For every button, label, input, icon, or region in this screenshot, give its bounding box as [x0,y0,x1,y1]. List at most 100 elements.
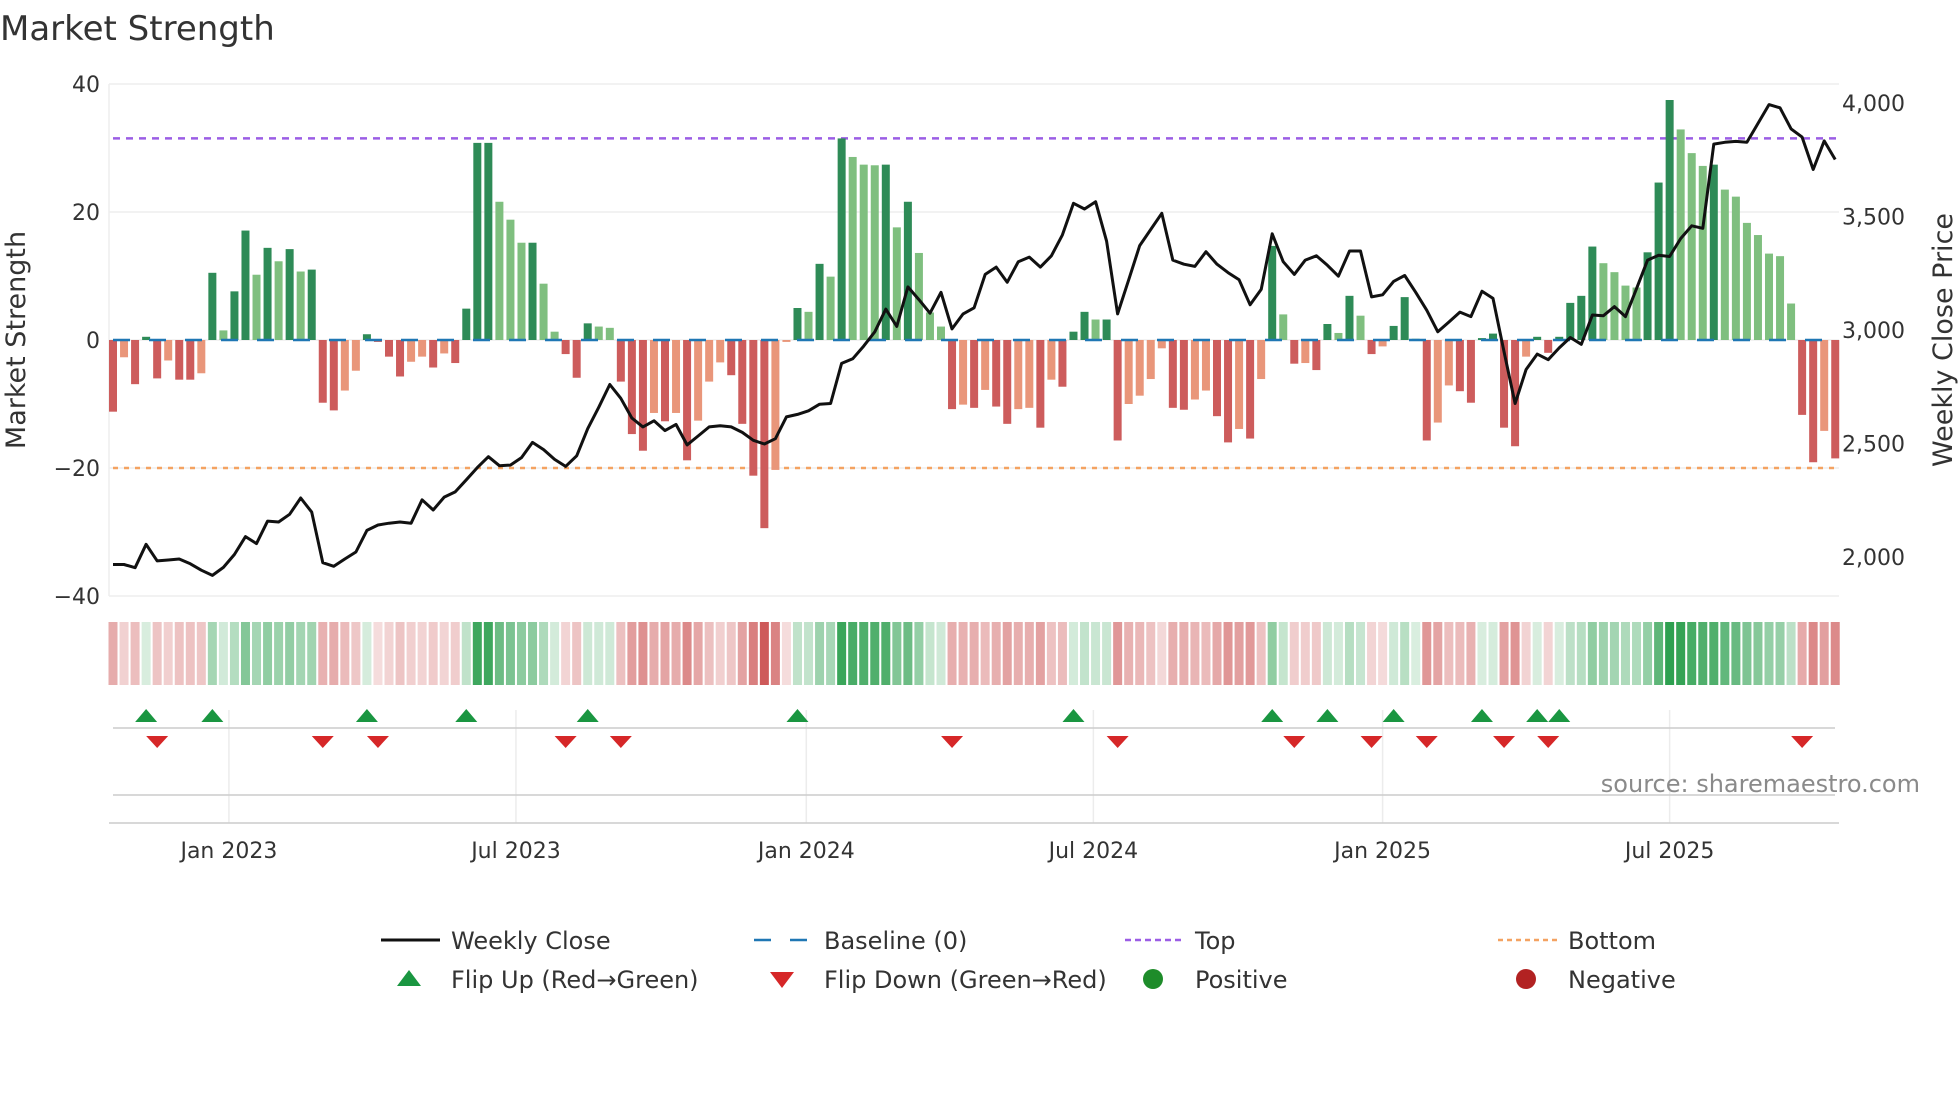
strength-bar [109,340,117,412]
strip-cell [1168,622,1178,685]
strength-bar [981,340,990,390]
strength-bar [1279,314,1288,340]
strength-bar [1213,340,1221,417]
strip-cell [1024,622,1034,685]
strength-bar [153,340,162,379]
strength-bar [815,263,824,340]
strength-bar [329,340,338,411]
strength-bar [1290,340,1299,364]
strength-bar [848,156,857,340]
strip-cell [516,622,526,685]
y-tick-label: 40 [72,73,100,98]
strip-cell [1709,622,1719,685]
strip-cell [252,622,262,685]
strip-cell [1046,622,1056,685]
strength-bar [318,340,327,403]
strength-bar [1809,340,1818,463]
strength-heat-strip [108,622,1840,685]
strip-cell [1234,622,1244,685]
strength-bar [705,340,714,382]
strip-cell [616,622,626,685]
flip-down-marker [1791,736,1814,748]
strip-cell [1333,622,1343,685]
strip-cell [1344,622,1354,685]
strip-cell [285,622,295,685]
strength-bar [1345,295,1354,340]
strip-cell [726,622,736,685]
strip-cell [439,622,449,685]
strip-cell [1201,622,1211,685]
strip-cell [494,622,504,685]
strength-bar [1124,340,1133,404]
strength-bar [837,138,846,340]
strength-bar [252,274,261,340]
strength-bar [1433,340,1442,423]
strip-cell [715,622,725,685]
flip-up-marker [1548,709,1571,722]
strip-cell [329,622,339,685]
flip-up-marker [786,709,809,722]
strip-cell [792,622,802,685]
strip-cell [1477,622,1487,685]
flip-up-marker [1316,709,1339,722]
strength-bar [296,271,305,340]
strip-cell [1665,622,1675,685]
strength-bar [462,308,471,340]
strip-cell [1013,622,1023,685]
strip-cell [1278,622,1288,685]
strip-cell [1543,622,1553,685]
strength-bar [186,340,195,380]
strip-cell [1654,622,1664,685]
strength-bar [826,276,835,340]
strip-cell [1002,622,1012,685]
flip-up-marker [1261,709,1284,722]
strength-bar [749,340,758,476]
y2-tick-label: 2,500 [1842,433,1905,458]
strip-cell [660,622,670,685]
strip-cell [240,622,250,685]
strip-cell [583,622,593,685]
x-tick-label: Jul 2023 [469,839,561,864]
strength-bar [1444,340,1453,386]
strip-cell [1775,622,1785,685]
strength-bar [440,340,449,354]
strip-cell [958,622,968,685]
strip-cell [1433,622,1443,685]
strength-bar [473,142,482,340]
strength-bar [1014,340,1023,410]
strip-cell [340,622,350,685]
strip-cell [1786,622,1796,685]
strength-bar [1533,336,1542,340]
strength-bar [1654,182,1663,340]
strip-cell [1157,622,1167,685]
strength-bar [1058,340,1067,387]
strip-cell [1422,622,1432,685]
strength-bar [1069,331,1078,340]
y-tick-label: −40 [54,585,100,610]
strip-cell [307,622,317,685]
strip-cell [196,622,206,685]
flip-down-marker [146,736,169,748]
strip-cell [108,622,118,685]
y2-tick-label: 2,000 [1842,546,1905,571]
strength-bar [351,340,360,371]
strength-bar [1356,315,1365,340]
strip-cell [1080,622,1090,685]
x-tick-label: Jul 2024 [1047,839,1139,864]
source-label: source: sharemaestro.com [1601,770,1920,798]
strength-bar [1742,222,1751,340]
strength-bar [484,142,493,340]
strip-cell [815,622,825,685]
strip-cell [1300,622,1310,685]
strength-bar [738,340,747,424]
strip-cell [185,622,195,685]
strip-cell [207,622,217,685]
strength-bar [164,340,173,361]
strip-cell [969,622,979,685]
strength-bar [263,247,272,340]
strength-bar [1025,340,1034,408]
strip-cell [1135,622,1145,685]
strip-cell [748,622,758,685]
strength-bar [1224,340,1233,443]
strip-cell [627,622,637,685]
